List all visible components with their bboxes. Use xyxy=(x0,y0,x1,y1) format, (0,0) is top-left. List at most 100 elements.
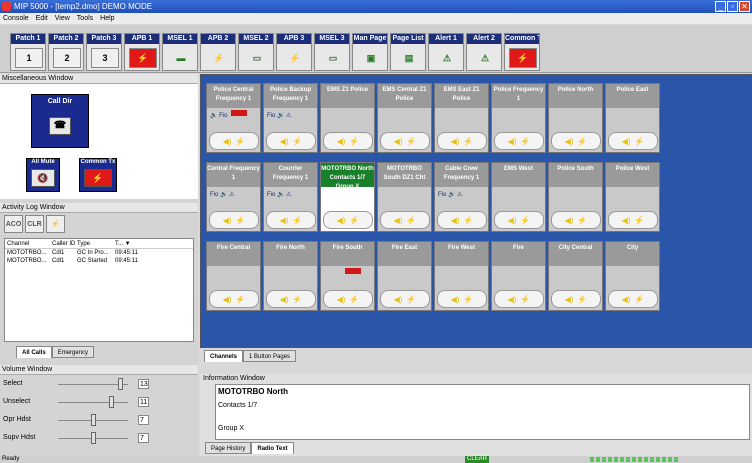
col-type[interactable]: Type xyxy=(77,239,115,248)
speaker-icon[interactable]: ◀) xyxy=(337,295,346,304)
channel-city[interactable]: City ◀) ⚡ xyxy=(605,241,660,311)
channel-control[interactable]: ◀) ⚡ xyxy=(551,132,601,150)
speaker-icon[interactable]: ◀) xyxy=(394,137,403,146)
speaker-icon[interactable]: ◀) xyxy=(622,216,631,225)
channel-fire-north[interactable]: Fire North ◀) ⚡ xyxy=(263,241,318,311)
lightning-icon[interactable]: ⚡ xyxy=(406,295,416,304)
tab-channels[interactable]: Channels xyxy=(204,350,244,362)
tab-emergency[interactable]: Emergency xyxy=(51,346,95,358)
channel-control[interactable]: ◀) ⚡ xyxy=(323,290,373,308)
toolbar-alert-1-button[interactable]: Alert 1 ⚠ xyxy=(428,33,464,71)
toolbar-msel-2-button[interactable]: MSEL 2 ▭ xyxy=(238,33,274,71)
tab-page-history[interactable]: Page History xyxy=(205,442,252,454)
lightning-icon[interactable]: ⚡ xyxy=(292,295,302,304)
all-mute-button[interactable]: All Mute 🔇 xyxy=(26,158,60,192)
speaker-icon[interactable]: ◀) xyxy=(280,137,289,146)
minimize-button[interactable]: _ xyxy=(715,1,726,12)
toolbar-man-page-button[interactable]: Man Page ▣ xyxy=(352,33,388,71)
menu-console[interactable]: Console xyxy=(3,13,29,24)
channel-fire-east[interactable]: Fire East ◀) ⚡ xyxy=(377,241,432,311)
menu-edit[interactable]: Edit xyxy=(36,13,48,24)
channel-control[interactable]: ◀) ⚡ xyxy=(209,211,259,229)
channel-control[interactable]: ◀) ⚡ xyxy=(266,290,316,308)
channel-control[interactable]: ◀) ⚡ xyxy=(437,211,487,229)
maximize-button[interactable]: ▫ xyxy=(727,1,738,12)
speaker-icon[interactable]: ◀) xyxy=(223,295,232,304)
col-time[interactable]: T... ▼ xyxy=(115,239,155,248)
menu-tools[interactable]: Tools xyxy=(77,13,93,24)
speaker-icon[interactable]: ◀) xyxy=(223,216,232,225)
channel-police-south[interactable]: Police South ◀) ⚡ xyxy=(548,162,603,232)
tab-radio-text[interactable]: Radio Text xyxy=(251,442,294,454)
toolbar-apb-2-button[interactable]: APB 2 ⚡ xyxy=(200,33,236,71)
channel-control[interactable]: ◀) ⚡ xyxy=(437,132,487,150)
tab-1-button-pages[interactable]: 1 Button Pages xyxy=(243,350,297,362)
speaker-icon[interactable]: ◀) xyxy=(508,216,517,225)
speaker-icon[interactable]: ◀) xyxy=(451,137,460,146)
table-row[interactable]: MOTOTRBO... Cdl1 GC In Pro... 09:45:11 xyxy=(5,249,193,257)
channel-control[interactable]: ◀) ⚡ xyxy=(380,211,430,229)
lightning-icon[interactable]: ⚡ xyxy=(349,295,359,304)
channel-control[interactable]: ◀) ⚡ xyxy=(551,211,601,229)
channel-fire-south[interactable]: Fire South ◀) ⚡ xyxy=(320,241,375,311)
menu-view[interactable]: View xyxy=(55,13,70,24)
speaker-icon[interactable]: ◀) xyxy=(337,137,346,146)
lightning-icon[interactable]: ⚡ xyxy=(634,137,644,146)
common-tx-button[interactable]: Common Tx ⚡ xyxy=(79,158,117,192)
channel-fire-central[interactable]: Fire Central ◀) ⚡ xyxy=(206,241,261,311)
toolbar-msel-3-button[interactable]: MSEL 3 ▭ xyxy=(314,33,350,71)
channel-control[interactable]: ◀) ⚡ xyxy=(323,211,373,229)
volume-slider-thumb[interactable] xyxy=(118,378,123,390)
speaker-icon[interactable]: ◀) xyxy=(451,216,460,225)
channel-mototrbo-south-dz1-cht[interactable]: MOTOTRBO South DZ1 Cht ◀) ⚡ xyxy=(377,162,432,232)
channel-control[interactable]: ◀) ⚡ xyxy=(380,132,430,150)
channel-control[interactable]: ◀) ⚡ xyxy=(608,290,658,308)
call-dir-button[interactable]: Call Dir ☎ xyxy=(31,94,89,148)
channel-ems-west[interactable]: EMS West ◀) ⚡ xyxy=(491,162,546,232)
lightning-icon[interactable]: ⚡ xyxy=(292,137,302,146)
lightning-icon[interactable]: ⚡ xyxy=(406,137,416,146)
channel-control[interactable]: ◀) ⚡ xyxy=(437,290,487,308)
speaker-icon[interactable]: ◀) xyxy=(508,137,517,146)
col-channel[interactable]: Channel xyxy=(7,239,52,248)
toolbar-page-list-button[interactable]: Page List ▤ xyxy=(390,33,426,71)
lightning-icon[interactable]: ⚡ xyxy=(634,216,644,225)
lightning-icon[interactable]: ⚡ xyxy=(46,215,65,233)
channel-control[interactable]: ◀) ⚡ xyxy=(551,290,601,308)
channel-control[interactable]: ◀) ⚡ xyxy=(608,132,658,150)
channel-police-east[interactable]: Police East ◀) ⚡ xyxy=(605,83,660,153)
speaker-icon[interactable]: ◀) xyxy=(622,295,631,304)
channel-courrier-frequency-1[interactable]: Courrier Frequency 1 Fio 🔊 ⚠ ◀) ⚡ xyxy=(263,162,318,232)
channel-control[interactable]: ◀) ⚡ xyxy=(266,132,316,150)
channel-control[interactable]: ◀) ⚡ xyxy=(608,211,658,229)
lightning-icon[interactable]: ⚡ xyxy=(292,216,302,225)
aco-button[interactable]: ACO xyxy=(4,215,23,233)
toolbar-patch-1-button[interactable]: Patch 1 1 xyxy=(10,33,46,71)
channel-central-frequency-1[interactable]: Central Frequency 1 Fio 🔊 ⚠ ◀) ⚡ xyxy=(206,162,261,232)
lightning-icon[interactable]: ⚡ xyxy=(406,216,416,225)
speaker-icon[interactable]: ◀) xyxy=(565,295,574,304)
lightning-icon[interactable]: ⚡ xyxy=(463,137,473,146)
channel-mototrbo-north-contacts-1-7-group-x[interactable]: MOTOTRBO North Contacts 1/7 Group X ◀) ⚡ xyxy=(320,162,375,232)
speaker-icon[interactable]: ◀) xyxy=(565,137,574,146)
speaker-icon[interactable]: ◀) xyxy=(565,216,574,225)
menu-help[interactable]: Help xyxy=(100,13,114,24)
channel-city-central[interactable]: City Central ◀) ⚡ xyxy=(548,241,603,311)
lightning-icon[interactable]: ⚡ xyxy=(520,137,530,146)
lightning-icon[interactable]: ⚡ xyxy=(577,137,587,146)
speaker-icon[interactable]: ◀) xyxy=(337,216,346,225)
volume-slider-thumb[interactable] xyxy=(91,414,96,426)
speaker-icon[interactable]: ◀) xyxy=(223,137,232,146)
toolbar-apb-1-button[interactable]: APB 1 ⚡ xyxy=(124,33,160,71)
lightning-icon[interactable]: ⚡ xyxy=(577,216,587,225)
volume-track[interactable] xyxy=(58,402,128,403)
lightning-icon[interactable]: ⚡ xyxy=(349,137,359,146)
channel-control[interactable]: ◀) ⚡ xyxy=(209,290,259,308)
channel-control[interactable]: ◀) ⚡ xyxy=(494,132,544,150)
lightning-icon[interactable]: ⚡ xyxy=(235,216,245,225)
channel-police-north[interactable]: Police North ◀) ⚡ xyxy=(548,83,603,153)
toolbar-alert-2-button[interactable]: Alert 2 ⚠ xyxy=(466,33,502,71)
channel-cable-crew-frequency-1[interactable]: Cable Crew Frequency 1 Fio 🔊 ⚠ ◀) ⚡ xyxy=(434,162,489,232)
speaker-icon[interactable]: ◀) xyxy=(394,295,403,304)
col-caller-id[interactable]: Caller ID xyxy=(52,239,77,248)
